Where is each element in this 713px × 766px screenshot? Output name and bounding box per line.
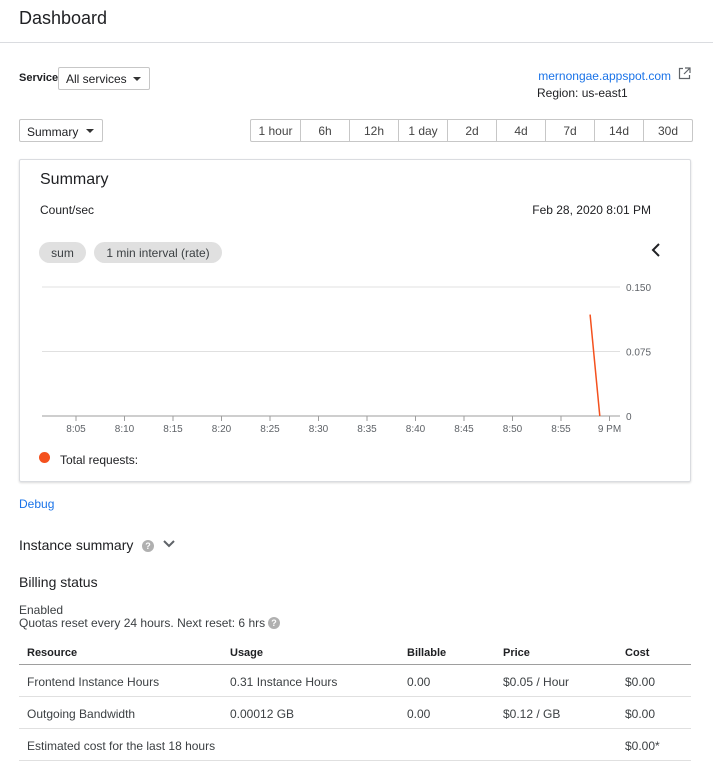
cell-usage: 0.00012 GB [230,707,295,721]
table-header-row: Resource Usage Billable Price Cost [19,642,691,665]
requests-line-chart: 0.150 0.075 0 8:05 8:10 8:15 8:20 8:25 8:30 8:35 8… [42,283,651,435]
x-tick-label: 8:45 [454,424,474,435]
cell-price: $0.12 / GB [503,707,561,721]
service-dropdown[interactable]: All services [58,67,150,90]
header-billable: Billable [407,647,447,659]
y-tick-label: 0 [626,412,632,423]
table-row: Frontend Instance Hours 0.31 Instance Ho… [19,665,691,697]
range-1-hour-button[interactable]: 1 hour [251,120,301,141]
range-6h-button[interactable]: 6h [301,120,350,141]
debug-link[interactable]: Debug [19,497,54,511]
cell-price: $0.05 / Hour [503,675,570,689]
billing-table: Resource Usage Billable Price Cost Front… [19,642,691,761]
range-12h-button[interactable]: 12h [350,120,399,141]
x-tick-label: 8:35 [357,424,377,435]
caret-down-icon [86,129,94,133]
table-row: Estimated cost for the last 18 hours $0.… [19,729,691,761]
quota-reset-text: Quotas reset every 24 hours. Next reset:… [19,616,266,630]
time-range-selector: 1 hour 6h 12h 1 day 2d 4d 7d 14d 30d [250,119,693,142]
range-4d-button[interactable]: 4d [497,120,546,141]
view-dropdown-value: Summary [27,125,79,139]
x-tick-label: 8:40 [406,424,426,435]
cell-cost: $0.00 [625,675,656,689]
table-row: Outgoing Bandwidth 0.00012 GB 0.00 $0.12… [19,697,691,729]
cell-billable: 0.00 [407,675,431,689]
x-tick-label: 8:25 [260,424,280,435]
billing-status-title: Billing status [19,574,98,590]
summary-chart-card: Summary Count/sec Feb 28, 2020 8:01 PM s… [19,159,691,482]
cell-usage: 0.31 Instance Hours [230,675,338,689]
cell-cost: $0.00* [625,739,660,753]
view-dropdown[interactable]: Summary [19,119,103,142]
page-title: Dashboard [19,8,108,28]
x-tick-label: 8:20 [212,424,232,435]
range-2d-button[interactable]: 2d [448,120,497,141]
header-usage: Usage [230,647,264,659]
x-tick-label: 8:50 [503,424,523,435]
help-icon[interactable]: ? [268,617,280,629]
header-price: Price [503,647,530,659]
range-14d-button[interactable]: 14d [595,120,644,141]
range-7d-button[interactable]: 7d [546,120,595,141]
x-tick-label: 8:05 [66,424,86,435]
app-url-link[interactable]: mernongae.appspot.com [538,69,671,83]
header-resource: Resource [27,647,78,659]
caret-down-icon [133,77,141,81]
legend-marker [39,452,50,463]
range-30d-button[interactable]: 30d [644,120,692,141]
help-icon[interactable]: ? [142,540,154,552]
y-tick-label: 0.075 [626,348,651,359]
x-tick-label: 8:10 [115,424,135,435]
instance-summary-title[interactable]: Instance summary [19,537,133,553]
service-label: Service [19,72,59,84]
cell-resource: Frontend Instance Hours [27,675,160,689]
x-tick-label: 8:30 [309,424,329,435]
y-tick-label: 0.150 [626,283,651,294]
x-tick-label: 8:55 [551,424,571,435]
billing-status-value: Enabled [19,603,64,617]
service-dropdown-value: All services [66,72,127,86]
chevron-down-icon[interactable] [162,539,176,549]
region-text: Region: us-east1 [537,86,628,100]
cell-resource: Outgoing Bandwidth [27,707,136,721]
cell-cost: $0.00 [625,707,656,721]
series-line-total-requests [589,314,601,417]
legend-label: Total requests: [60,453,139,467]
cell-resource: Estimated cost for the last 18 hours [27,739,216,753]
open-in-new-icon[interactable] [678,67,691,80]
x-tick-label: 9 PM [598,424,621,435]
range-1-day-button[interactable]: 1 day [399,120,448,141]
header-cost: Cost [625,647,650,659]
cell-billable: 0.00 [407,707,431,721]
x-tick-label: 8:15 [163,424,183,435]
top-bar: Dashboard [0,0,713,43]
